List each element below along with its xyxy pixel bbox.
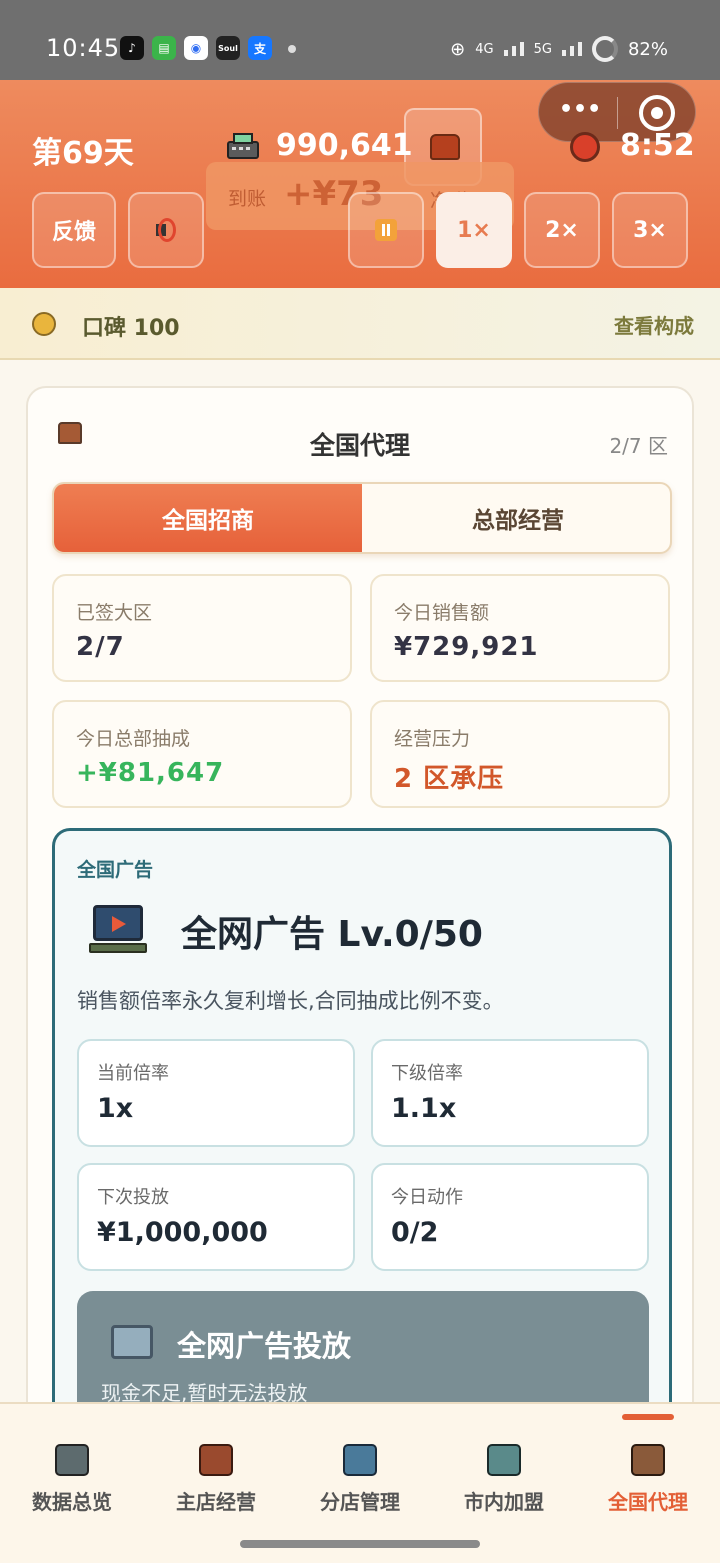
browser-app-icon: ◉ [184, 36, 208, 60]
tv-ad-icon [87, 901, 149, 955]
cash-register-icon [227, 133, 259, 159]
metric-label: 下次投放 [97, 1187, 169, 1208]
nav-national-agency[interactable]: 全国代理 [576, 1444, 720, 1515]
metric-label: 今日动作 [391, 1187, 463, 1208]
close-miniprogram-button[interactable] [639, 95, 675, 131]
stat-label: 经营压力 [394, 728, 471, 750]
nav-main-store[interactable]: 主店经营 [144, 1444, 288, 1515]
segmented-tabs: 全国招商 总部经营 [52, 482, 672, 554]
franchise-building-icon [487, 1444, 521, 1476]
nav-label: 主店经营 [176, 1490, 256, 1514]
game-header: 第69天 990,641 到账 +¥73 净赚 ¥64 ••• 8:52 反馈 … [0, 80, 720, 288]
nav-label: 全国代理 [608, 1490, 688, 1514]
stat-today-sales: 今日销售额 ¥729,921 [370, 574, 670, 682]
status-bar: 10:45 ♪ ▤ ◉ Soul 支 ⊕ 4G 5G 82% [0, 0, 720, 80]
feedback-button[interactable]: 反馈 [32, 192, 116, 268]
metric-value: 0/2 [391, 1217, 439, 1248]
network-label: 4G [475, 41, 494, 57]
deploy-title: 全网广告投放 [177, 1329, 352, 1363]
home-indicator[interactable] [240, 1540, 480, 1548]
stat-label: 已签大区 [76, 602, 153, 624]
metric-next-deploy-cost: 下次投放 ¥1,000,000 [77, 1163, 355, 1271]
branch-store-icon [343, 1444, 377, 1476]
reputation-value: 口碑 100 [82, 316, 180, 341]
game-timer: 8:52 [620, 128, 695, 163]
nav-label: 分店管理 [320, 1490, 400, 1514]
ad-description: 销售额倍率永久复利增长,合同抽成比例不变。 [77, 989, 504, 1013]
toast-label: 到账 [228, 188, 267, 210]
signal-icon [503, 42, 524, 56]
mute-button[interactable] [128, 192, 204, 268]
speed-1x-button[interactable]: 1× [436, 192, 512, 268]
metric-next-multiplier: 下级倍率 1.1x [371, 1039, 649, 1147]
pause-icon [375, 219, 397, 241]
national-agency-card: 全国代理 2/7 区 全国招商 总部经营 已签大区 2/7 今日销售额 ¥729… [26, 386, 694, 1491]
cash-register-icon [55, 1444, 89, 1476]
reputation-bar: 口碑 100 查看构成 [0, 288, 720, 360]
treasure-chest-icon [430, 134, 460, 160]
stat-value: +¥81,647 [76, 758, 225, 788]
stat-label: 今日总部抽成 [76, 728, 191, 750]
tab-hq-operations[interactable]: 总部经营 [364, 484, 670, 552]
battery-percent: 82% [627, 38, 668, 60]
view-composition-link[interactable]: 查看构成 [614, 310, 694, 339]
stat-label: 今日销售额 [394, 602, 490, 624]
active-tab-indicator [622, 1414, 674, 1420]
network-label-2: 5G [533, 41, 552, 57]
more-notifications-dot [288, 45, 296, 53]
metric-today-actions: 今日动作 0/2 [371, 1163, 649, 1271]
stat-value: 2/7 [76, 632, 125, 662]
region-count: 2/7 区 [609, 434, 668, 458]
more-menu-button[interactable]: ••• [559, 97, 601, 122]
reputation-coin-icon [32, 312, 56, 336]
card-title: 全国代理 [309, 431, 410, 460]
speed-3x-button[interactable]: 3× [612, 192, 688, 268]
metric-value: 1.1x [391, 1093, 457, 1124]
stat-value: ¥729,921 [394, 632, 539, 662]
status-time: 10:45 [46, 34, 121, 62]
notification-icons: ♪ ▤ ◉ Soul 支 [120, 36, 272, 60]
nav-city-franchise[interactable]: 市内加盟 [432, 1444, 576, 1515]
alipay-app-icon: 支 [248, 36, 272, 60]
pause-button[interactable] [348, 192, 424, 268]
nfc-icon: ⊕ [450, 38, 466, 60]
signal-icon-2 [561, 42, 582, 56]
metric-value: 1x [97, 1093, 134, 1124]
bottom-navigation: 数据总览 主店经营 分店管理 市内加盟 全国代理 [0, 1402, 720, 1563]
alarm-clock-icon [570, 132, 600, 162]
messages-app-icon: ▤ [152, 36, 176, 60]
cash-amount: 990,641 [276, 128, 413, 163]
ad-section-label: 全国广告 [77, 859, 154, 881]
stat-hq-commission: 今日总部抽成 +¥81,647 [52, 700, 352, 808]
soul-app-icon: Soul [216, 36, 240, 60]
stat-signed-regions: 已签大区 2/7 [52, 574, 352, 682]
nav-branch-management[interactable]: 分店管理 [288, 1444, 432, 1515]
stat-operating-pressure: 经营压力 2 区承压 [370, 700, 670, 808]
speed-2x-button[interactable]: 2× [524, 192, 600, 268]
metric-value: ¥1,000,000 [97, 1217, 268, 1248]
nav-label: 市内加盟 [464, 1490, 544, 1514]
metric-label: 当前倍率 [97, 1063, 169, 1084]
system-indicators: ⊕ 4G 5G 82% [450, 36, 668, 62]
national-ad-panel: 全国广告 全网广告 Lv.0/50 销售额倍率永久复利增长,合同抽成比例不变。 … [52, 828, 672, 1491]
nav-data-overview[interactable]: 数据总览 [0, 1444, 144, 1515]
nav-label: 数据总览 [32, 1490, 112, 1514]
billboard-icon [111, 1325, 153, 1359]
mute-icon [154, 218, 178, 242]
metric-label: 下级倍率 [391, 1063, 463, 1084]
tiktok-app-icon: ♪ [120, 36, 144, 60]
agency-building-icon [631, 1444, 665, 1476]
shop-icon [199, 1444, 233, 1476]
day-counter: 第69天 [32, 136, 134, 171]
metric-current-multiplier: 当前倍率 1x [77, 1039, 355, 1147]
battery-icon [591, 36, 618, 62]
tab-national-recruitment[interactable]: 全国招商 [54, 484, 362, 552]
stat-value: 2 区承压 [394, 764, 505, 794]
ad-title: 全网广告 Lv.0/50 [181, 914, 483, 955]
capsule-divider [617, 97, 618, 129]
